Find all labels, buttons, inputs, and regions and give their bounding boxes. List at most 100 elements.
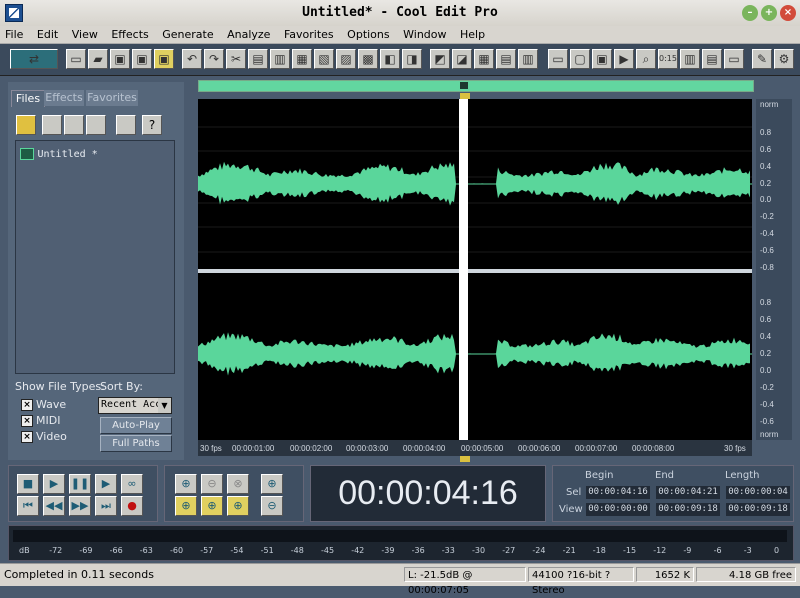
copy-icon[interactable]: ▤ bbox=[248, 49, 268, 69]
zoom-window-icon[interactable]: ⌕ bbox=[636, 49, 656, 69]
menu-generate[interactable]: Generate bbox=[157, 26, 218, 43]
cue-list-icon[interactable]: ▥ bbox=[518, 49, 538, 69]
rewind-icon[interactable]: ◀◀ bbox=[43, 496, 65, 516]
close-button[interactable]: × bbox=[780, 5, 796, 21]
loop-icon[interactable]: ∞ bbox=[121, 474, 143, 494]
sort-value: Recent Acc bbox=[101, 399, 162, 410]
zoom-in-icon[interactable]: ⊕ bbox=[175, 474, 197, 494]
tools-icon[interactable]: ✎ bbox=[752, 49, 772, 69]
view-range-thumb[interactable] bbox=[460, 82, 468, 89]
multitrack-toggle-icon[interactable]: ⇄ bbox=[10, 49, 58, 69]
ruler-label: 0.6 bbox=[760, 315, 772, 324]
zoom-selection-icon[interactable]: ⊕ bbox=[227, 496, 249, 516]
zoom-out-vertical-icon[interactable]: ⊖ bbox=[261, 496, 283, 516]
mix-paste-icon[interactable]: ▨ bbox=[336, 49, 356, 69]
menu-view[interactable]: View bbox=[67, 26, 103, 43]
file-item[interactable]: Untitled * bbox=[20, 147, 98, 160]
help-icon[interactable]: ? bbox=[142, 115, 162, 135]
zoom-in-vertical-icon[interactable]: ⊕ bbox=[261, 474, 283, 494]
tab-files[interactable]: Files bbox=[11, 90, 45, 107]
level-scale: dB -72 -69 -66 -63 -60 -57 -54 -51 -48 -45 -42 -39 -3… bbox=[9, 546, 793, 558]
metronome-icon[interactable]: ▤ bbox=[702, 49, 722, 69]
new-file-icon[interactable]: ▭ bbox=[66, 49, 86, 69]
maximize-button[interactable]: + bbox=[761, 5, 777, 21]
view-pan-icon[interactable]: ▣ bbox=[592, 49, 612, 69]
level-label: -51 bbox=[260, 546, 274, 555]
view-waveform-icon[interactable]: ▭ bbox=[548, 49, 568, 69]
end-marker-icon[interactable] bbox=[460, 456, 470, 462]
ruler-label: -0.4 bbox=[760, 229, 774, 238]
view-end-field[interactable]: 00:00:09:18 bbox=[656, 503, 720, 516]
pause-icon[interactable]: ❚❚ bbox=[69, 474, 91, 494]
frames-icon[interactable]: 0:15 bbox=[658, 49, 678, 69]
menu-options[interactable]: Options bbox=[342, 26, 394, 43]
paste-icon[interactable]: ▦ bbox=[292, 49, 312, 69]
checkbox-midi[interactable]: × bbox=[21, 415, 33, 427]
go-to-end-icon[interactable]: ⏭ bbox=[95, 496, 117, 516]
blank-icon[interactable]: ▭ bbox=[724, 49, 744, 69]
bpm-icon[interactable]: ▥ bbox=[680, 49, 700, 69]
snap-icon[interactable]: ◨ bbox=[402, 49, 422, 69]
auto-play-button[interactable]: Auto-Play bbox=[100, 417, 172, 434]
waveform-overview-bar[interactable] bbox=[198, 80, 754, 92]
fast-forward-icon[interactable]: ▶▶ bbox=[69, 496, 91, 516]
menu-edit[interactable]: Edit bbox=[32, 26, 63, 43]
zoom-full-icon[interactable]: ⊗ bbox=[227, 474, 249, 494]
minimize-button[interactable]: – bbox=[742, 5, 758, 21]
play-icon[interactable]: ▶ bbox=[43, 474, 65, 494]
file-list[interactable]: Untitled * bbox=[15, 140, 175, 374]
play-to-end-icon[interactable]: ▶ bbox=[95, 474, 117, 494]
record-icon[interactable]: ● bbox=[121, 496, 143, 516]
go-to-start-icon[interactable]: ⏮ bbox=[17, 496, 39, 516]
zoom-out-icon[interactable]: ⊖ bbox=[201, 474, 223, 494]
undo-icon[interactable]: ↶ bbox=[182, 49, 202, 69]
sel-end-field[interactable]: 00:00:04:21 bbox=[656, 486, 720, 499]
timeline-label: 00:00:08:00 bbox=[632, 444, 675, 453]
insert-multitrack-icon[interactable] bbox=[64, 115, 84, 135]
menu-window[interactable]: Window bbox=[398, 26, 451, 43]
tab-effects[interactable]: Effects bbox=[44, 90, 84, 106]
cut-icon[interactable]: ✂ bbox=[226, 49, 246, 69]
crop-icon[interactable]: ◧ bbox=[380, 49, 400, 69]
insert-playlist-icon[interactable] bbox=[86, 115, 106, 135]
tab-favorites[interactable]: Favorites bbox=[86, 90, 138, 106]
menu-effects[interactable]: Effects bbox=[106, 26, 153, 43]
view-spectral-icon[interactable]: ▢ bbox=[570, 49, 590, 69]
view-begin-field[interactable]: 00:00:00:00 bbox=[586, 503, 650, 516]
sel-begin-field[interactable]: 00:00:04:16 bbox=[586, 486, 650, 499]
menu-help[interactable]: Help bbox=[455, 26, 490, 43]
full-paths-button[interactable]: Full Paths bbox=[100, 435, 172, 452]
checkbox-video[interactable]: × bbox=[21, 431, 33, 443]
zoom-left-icon[interactable]: ⊕ bbox=[175, 496, 197, 516]
menu-favorites[interactable]: Favorites bbox=[279, 26, 339, 43]
markers-icon[interactable]: ▤ bbox=[496, 49, 516, 69]
open-folder-icon[interactable] bbox=[16, 115, 36, 135]
redo-icon[interactable]: ↷ bbox=[204, 49, 224, 69]
paste-new-icon[interactable]: ▧ bbox=[314, 49, 334, 69]
save-as-icon[interactable]: ▣ bbox=[132, 49, 152, 69]
toolbar: ⇄ ▭ ▰ ▣ ▣ ▣ ↶ ↷ ✂ ▤ ▥ ▦ ▧ ▨ ▩ ◧ ◨ ◩ ◪ ▦ … bbox=[0, 44, 800, 76]
trim-icon[interactable]: ▩ bbox=[358, 49, 378, 69]
close-file-icon[interactable] bbox=[42, 115, 62, 135]
spectral-view-icon[interactable]: ◩ bbox=[430, 49, 450, 69]
save-all-icon[interactable]: ▣ bbox=[154, 49, 174, 69]
view-length-field[interactable]: 00:00:09:18 bbox=[726, 503, 790, 516]
properties-icon[interactable] bbox=[116, 115, 136, 135]
copy-to-new-icon[interactable]: ▥ bbox=[270, 49, 290, 69]
open-file-icon[interactable]: ▰ bbox=[88, 49, 108, 69]
grid-icon[interactable]: ▦ bbox=[474, 49, 494, 69]
settings-icon[interactable]: ⚙ bbox=[774, 49, 794, 69]
checkbox-wave[interactable]: × bbox=[21, 399, 33, 411]
save-icon[interactable]: ▣ bbox=[110, 49, 130, 69]
level-label: -60 bbox=[170, 546, 184, 555]
menu-file[interactable]: File bbox=[0, 26, 28, 43]
stop-icon[interactable]: ■ bbox=[17, 474, 39, 494]
sort-select[interactable]: Recent Acc ▼ bbox=[98, 397, 172, 414]
envelope-icon[interactable]: ◪ bbox=[452, 49, 472, 69]
waveform-display[interactable] bbox=[198, 99, 752, 440]
chevron-down-icon[interactable]: ▼ bbox=[158, 398, 171, 413]
sel-length-field[interactable]: 00:00:00:04 bbox=[726, 486, 790, 499]
menu-analyze[interactable]: Analyze bbox=[222, 26, 275, 43]
zoom-right-icon[interactable]: ⊕ bbox=[201, 496, 223, 516]
play-preview-icon[interactable]: ▶ bbox=[614, 49, 634, 69]
